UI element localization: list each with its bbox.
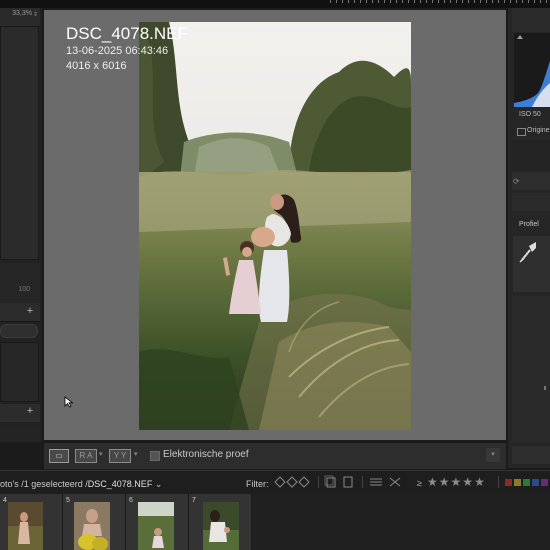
compare-dropdown-icon[interactable]: ▾ [99,450,103,458]
filmstrip-index: 5 [66,497,70,504]
filmstrip-cell[interactable]: 4 [0,494,63,550]
filter-divider [362,476,363,488]
color-label-green[interactable] [523,479,530,486]
original-photo-icon[interactable] [517,128,526,136]
breadcrumb-filename: DSC_4078.NEF [87,479,153,489]
thumbnail-image [138,502,174,550]
iso-label: ISO 50 [519,111,541,118]
add-publish-button[interactable]: + [25,405,35,417]
filter-divider [318,476,319,488]
filmstrip-thumbnail[interactable] [138,502,174,550]
filmstrip-cell[interactable]: 7 [189,494,252,550]
search-input[interactable] [0,324,38,338]
flag-filter-icons[interactable] [272,475,312,489]
rating-star-icon[interactable]: ★ [439,475,450,489]
mouse-cursor-icon [64,396,74,408]
original-label[interactable]: Origine [527,127,550,134]
window-top-strip [0,0,550,8]
filter-divider [498,476,499,488]
toolbar-options-icon[interactable]: ▾ [486,448,500,462]
thumbnail-image [8,502,43,550]
survey-view-button[interactable]: Y Y [109,449,131,463]
photo-info-overlay: DSC_4078.NEF 13-06-2025 06:43:46 4016 x … [66,24,188,74]
thumbnail-image [203,502,239,550]
rating-star-icon[interactable]: ★ [451,475,462,489]
zoom-readout[interactable]: 33,3% [0,10,32,24]
filmstrip-cell[interactable]: 5 [63,494,126,550]
left-panel-footer [0,426,40,442]
scroll-marker [544,386,546,390]
rating-operator[interactable]: ≥ [417,478,422,488]
photo-image [139,22,411,430]
filmstrip-thumbnail[interactable] [74,502,110,550]
color-label-yellow[interactable] [514,479,521,486]
softproof-checkbox[interactable] [150,451,160,461]
top-menu-dots [330,0,550,3]
filmstrip-index: 6 [129,497,133,504]
slider-value: 100 [18,286,30,293]
edit-filter-icons[interactable] [368,475,408,489]
survey-dropdown-icon[interactable]: ▾ [134,450,138,458]
right-panel-bottom-button[interactable] [512,446,550,464]
link-icon[interactable]: ⟳ [513,177,520,186]
filmstrip-cell[interactable]: 6 [126,494,189,550]
filmstrip-thumbnail[interactable] [8,502,43,550]
color-label-blue[interactable] [532,479,539,486]
color-label-red[interactable] [505,479,512,486]
left-panel-section [0,263,40,303]
profile-label: Profiel [519,221,539,228]
breadcrumb-dropdown-icon[interactable]: ⌄ [155,479,163,489]
rating-star-icon[interactable]: ★ [427,475,438,489]
color-label-purple[interactable] [541,479,548,486]
compare-view-button[interactable]: R A [75,449,97,463]
histogram[interactable] [514,33,550,107]
color-label-filter[interactable] [505,479,548,486]
main-photo[interactable] [139,22,411,430]
rating-star-icon[interactable]: ★ [462,475,473,489]
info-dimensions: 4016 x 6016 [66,60,127,72]
virtual-copy-filter-icons[interactable] [324,475,356,489]
navigator-preview[interactable] [0,26,39,260]
rating-filter-stars[interactable]: ★ ★ ★ ★ ★ [427,475,485,489]
histogram-graph [514,35,550,107]
breadcrumb-source: oto's /1 geselecteerd / [0,479,88,489]
rating-star-icon[interactable]: ★ [474,475,485,489]
filter-label: Filter: [246,479,269,489]
right-panel-spacer [512,140,550,170]
info-filename: DSC_4078.NEF [66,24,188,43]
softproof-label[interactable]: Elektronische proef [163,449,249,460]
edit-tools-row [512,193,550,211]
eyedropper-icon[interactable] [518,240,538,264]
loupe-view-button[interactable]: ▭ [49,449,69,463]
histogram-header [512,8,550,32]
right-panel-sliders[interactable] [512,296,550,442]
left-panel-list[interactable] [0,342,39,402]
thumbnail-image [74,502,110,550]
zoom-dropdown-icon[interactable]: ⇕ [33,11,38,18]
filmstrip-thumbnail[interactable] [203,502,239,550]
filmstrip-breadcrumb[interactable]: oto's /1 geselecteerd /DSC_4078.NEF ⌄ [0,479,162,490]
info-capture-date: 13-06-2025 06:43:46 [66,45,169,57]
filmstrip-index: 7 [192,497,196,504]
add-collection-button[interactable]: + [25,305,35,317]
filmstrip-index: 4 [3,497,7,504]
